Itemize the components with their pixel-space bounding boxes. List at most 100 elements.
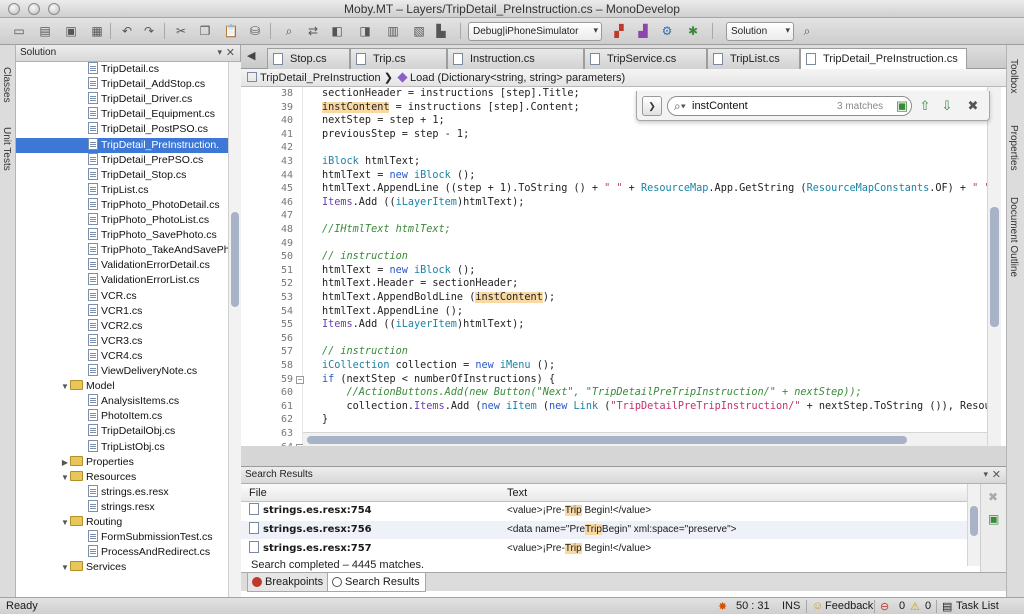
tree-file-item[interactable]: VCR3.cs bbox=[16, 333, 228, 349]
tree-file-item[interactable]: strings.resx bbox=[16, 499, 228, 515]
code-line[interactable]: htmlText = new iBlock (); bbox=[322, 169, 475, 183]
configuration-select[interactable]: Debug|iPhoneSimulator ▾ bbox=[468, 22, 602, 41]
tree-file-item[interactable]: TripDetail_Driver.cs bbox=[16, 92, 228, 107]
tree-file-item[interactable]: TripDetailObj.cs bbox=[16, 424, 228, 439]
code-line[interactable]: // instruction bbox=[322, 250, 408, 264]
tree-file-item[interactable]: TripDetail.cs bbox=[16, 62, 228, 77]
search-icon[interactable]: ⌕ bbox=[798, 22, 816, 40]
expanded-arrow-icon[interactable]: ▼ bbox=[60, 515, 70, 530]
close-find-icon[interactable]: ✖ bbox=[965, 97, 981, 115]
document-tab[interactable]: TripList.cs bbox=[707, 48, 800, 69]
tab-search-results[interactable]: Search Results bbox=[327, 573, 426, 592]
expanded-arrow-icon[interactable]: ▼ bbox=[60, 560, 70, 575]
properties-tab[interactable]: Properties bbox=[1008, 123, 1019, 173]
code-line[interactable]: sectionHeader = instructions [step].Titl… bbox=[322, 87, 580, 101]
error-count[interactable]: 0 bbox=[899, 600, 905, 612]
match-case-icon[interactable]: ▣ bbox=[894, 97, 910, 115]
code-line[interactable]: Items.Add ((iLayerItem)htmlText); bbox=[322, 196, 524, 210]
rebuild-icon[interactable]: ▟ bbox=[634, 22, 652, 40]
delete-icon[interactable]: ⛁ bbox=[246, 22, 264, 40]
search-scope-select[interactable]: Solution ▾ bbox=[726, 22, 794, 41]
tree-file-item[interactable]: TripDetail_Stop.cs bbox=[16, 167, 228, 183]
expanded-arrow-icon[interactable]: ▼ bbox=[60, 379, 70, 394]
document-tab[interactable]: Trip.cs bbox=[350, 48, 447, 69]
document-tab[interactable]: TripDetail_PreInstruction.cs bbox=[800, 48, 967, 70]
tree-file-item[interactable]: TripPhoto_PhotoList.cs bbox=[16, 213, 228, 228]
tree-file-item[interactable]: ViewDeliveryNote.cs bbox=[16, 364, 228, 379]
close-icon[interactable]: ✕ bbox=[226, 46, 235, 59]
breadcrumb-method[interactable]: Load (Dictionary<string, string> paramet… bbox=[410, 72, 625, 84]
tabs-back-icon[interactable]: ◀ bbox=[247, 49, 255, 62]
redo-icon[interactable]: ↷ bbox=[140, 22, 158, 40]
tree-file-item[interactable]: TripDetail_PreInstruction. bbox=[16, 137, 228, 153]
tree-file-item[interactable]: TripDetail_PrePSO.cs bbox=[16, 152, 228, 168]
unit-tests-tab[interactable]: Unit Tests bbox=[1, 125, 12, 173]
code-line[interactable]: previousStep = step - 1; bbox=[322, 128, 469, 142]
code-line[interactable]: htmlText.Header = sectionHeader; bbox=[322, 277, 518, 291]
tree-folder-item[interactable]: ▼ Services bbox=[16, 560, 228, 575]
filter-icon[interactable]: ▣ bbox=[988, 512, 999, 526]
code-editor[interactable]: 38 39 40 41 42 43 44 45 46 47 48 49 50 51 52 53 54 55 56 57… bbox=[241, 87, 1006, 446]
column-file[interactable]: File bbox=[249, 487, 267, 499]
tree-file-item[interactable]: FormSubmissionTest.cs bbox=[16, 530, 228, 545]
code-line[interactable]: //ActionButtons.Add(new Button("Next", "… bbox=[322, 386, 862, 400]
search-result-row[interactable]: strings.es.resx:754 <value>¡Pre-Trip Begi… bbox=[241, 502, 967, 520]
document-outline-tab[interactable]: Document Outline bbox=[1008, 195, 1019, 279]
pin-icon[interactable]: ▾ bbox=[983, 469, 988, 480]
bookmark-prev-icon[interactable]: ◧ bbox=[328, 22, 346, 40]
editor-horizontal-scrollbar[interactable] bbox=[303, 432, 987, 446]
undo-icon[interactable]: ↶ bbox=[118, 22, 136, 40]
error-icon[interactable]: ⊖ bbox=[880, 600, 889, 613]
build-icon[interactable]: ▞ bbox=[610, 22, 628, 40]
editor-vertical-scrollbar[interactable] bbox=[987, 87, 1001, 446]
code-line[interactable]: instContent = instructions [step].Conten… bbox=[322, 101, 580, 115]
tree-file-item[interactable]: TripPhoto_PhotoDetail.cs bbox=[16, 197, 228, 213]
column-text[interactable]: Text bbox=[507, 487, 527, 499]
bookmark-toggle-icon[interactable]: ◨ bbox=[356, 22, 374, 40]
tree-folder-item[interactable]: ▼ Routing bbox=[16, 515, 228, 530]
document-tab[interactable]: Stop.cs bbox=[267, 48, 350, 69]
expanded-arrow-icon[interactable]: ▼ bbox=[60, 470, 70, 485]
tree-file-item[interactable]: TripList.cs bbox=[16, 182, 228, 198]
code-line[interactable]: //IHtmlText htmlText; bbox=[322, 223, 451, 237]
tree-file-item[interactable]: AnalysisItems.cs bbox=[16, 394, 228, 409]
tree-file-item[interactable]: TripPhoto_TakeAndSavePh bbox=[16, 243, 228, 258]
task-list-icon[interactable]: ▤ bbox=[942, 600, 952, 613]
tree-folder-item[interactable]: ▼ Resources bbox=[16, 470, 228, 485]
classes-tab[interactable]: Classes bbox=[1, 65, 12, 105]
replace-icon[interactable]: ⇄ bbox=[304, 22, 322, 40]
warning-count[interactable]: 0 bbox=[925, 600, 931, 612]
tree-file-item[interactable]: ProcessAndRedirect.cs bbox=[16, 545, 228, 560]
code-line[interactable]: iCollection collection = new iMenu (); bbox=[322, 359, 555, 373]
open-file-icon[interactable]: ▤ bbox=[36, 22, 54, 40]
tree-file-item[interactable]: ValidationErrorDetail.cs bbox=[16, 258, 228, 273]
document-tab[interactable]: TripService.cs bbox=[584, 48, 707, 69]
code-line[interactable]: collection.Items.Add (new iItem (new Lin… bbox=[322, 400, 987, 414]
find-icon[interactable]: ⌕ bbox=[280, 22, 298, 40]
solution-scrollbar[interactable] bbox=[228, 62, 241, 597]
code-line[interactable]: Items.Add ((iLayerItem)htmlText); bbox=[322, 318, 524, 332]
collapsed-arrow-icon[interactable]: ▶ bbox=[60, 455, 70, 470]
tree-file-item[interactable]: TripPhoto_SavePhoto.cs bbox=[16, 228, 228, 243]
bookmark-clear-icon[interactable]: ▧ bbox=[410, 22, 428, 40]
paste-icon[interactable]: 📋 bbox=[222, 22, 240, 40]
previous-match-icon[interactable]: ⇧ bbox=[917, 97, 933, 115]
warning-icon[interactable]: ⚠ bbox=[910, 600, 920, 613]
stop-icon[interactable]: ✖ bbox=[988, 490, 998, 504]
code-line[interactable]: htmlText.AppendBoldLine (instContent); bbox=[322, 291, 555, 305]
task-list-button[interactable]: Task List bbox=[956, 600, 999, 612]
cut-icon[interactable]: ✂ bbox=[172, 22, 190, 40]
code-line[interactable]: iBlock htmlText; bbox=[322, 155, 420, 169]
debug-icon[interactable]: ✱ bbox=[684, 22, 702, 40]
find-replace-toggle[interactable]: ❯ bbox=[642, 96, 662, 116]
code-line[interactable]: } bbox=[322, 413, 328, 427]
pin-icon[interactable]: ▾ bbox=[217, 47, 222, 58]
breadcrumb-class[interactable]: TripDetail_PreInstruction bbox=[260, 72, 381, 84]
code-line[interactable]: nextStep = step + 1; bbox=[322, 114, 445, 128]
close-icon[interactable]: ✕ bbox=[992, 468, 1001, 481]
document-tab[interactable]: Instruction.cs bbox=[447, 48, 584, 69]
tree-file-item[interactable]: ValidationErrorList.cs bbox=[16, 273, 228, 288]
code-line[interactable]: // instruction bbox=[322, 345, 408, 359]
tree-file-item[interactable]: PhotoItem.cs bbox=[16, 409, 228, 424]
search-result-row[interactable]: strings.es.resx:757 <value>¡Pre-Trip Begi… bbox=[241, 540, 967, 558]
